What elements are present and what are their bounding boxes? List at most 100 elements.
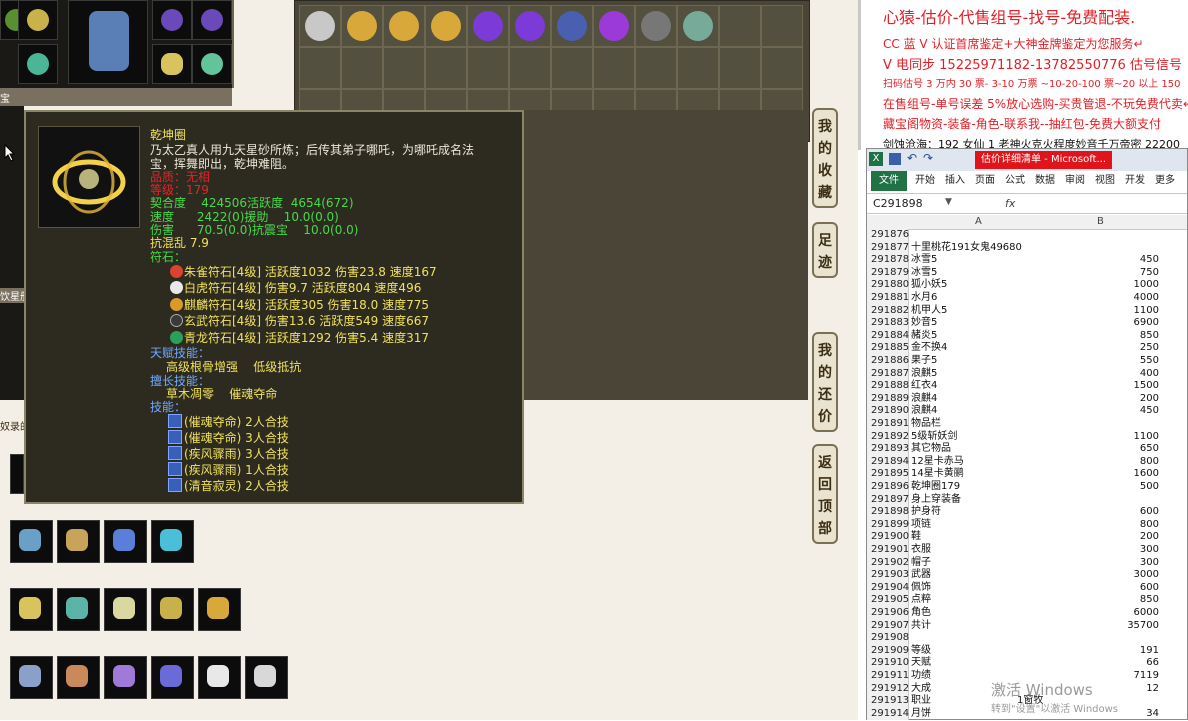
row-number[interactable]: 291879 bbox=[867, 266, 909, 280]
sheet-row[interactable]: 291898 护身符 600 bbox=[867, 506, 1187, 519]
inventory-cell[interactable] bbox=[551, 5, 593, 47]
row-number[interactable]: 291877 bbox=[867, 241, 909, 255]
cell-b[interactable]: 400 bbox=[1071, 368, 1159, 381]
row-number[interactable]: 291883 bbox=[867, 317, 909, 330]
cell-b[interactable]: 3000 bbox=[1071, 569, 1159, 582]
equip-slot-portrait[interactable] bbox=[68, 0, 148, 84]
cell-a[interactable]: 乾坤圈179 bbox=[911, 481, 1071, 494]
row-number[interactable]: 291887 bbox=[867, 367, 909, 381]
cell-a[interactable]: 等级 bbox=[911, 645, 1071, 658]
cell-a[interactable]: 十里桃花191女鬼49680 bbox=[911, 242, 1071, 255]
ribbon-tab[interactable]: 开发 bbox=[1125, 171, 1145, 191]
redo-icon[interactable]: ↷ bbox=[923, 151, 933, 165]
cell-b[interactable]: 800 bbox=[1071, 519, 1159, 532]
row-number[interactable]: 291904 bbox=[867, 581, 909, 595]
cell-a[interactable]: 赭炎5 bbox=[911, 330, 1071, 343]
row-number[interactable]: 291895 bbox=[867, 468, 909, 481]
sheet-row[interactable]: 291894 12星卡赤马 800 bbox=[867, 455, 1187, 469]
inventory-cell[interactable] bbox=[341, 47, 383, 89]
row-number[interactable]: 291876 bbox=[867, 229, 909, 242]
col-header-a[interactable]: A bbox=[975, 216, 982, 227]
inventory-cell[interactable] bbox=[299, 47, 341, 89]
ribbon-tab[interactable]: 开始 bbox=[915, 171, 935, 191]
row-number[interactable]: 291889 bbox=[867, 392, 909, 406]
bottom-item-slot[interactable] bbox=[151, 588, 194, 631]
row-number[interactable]: 291891 bbox=[867, 418, 909, 431]
bottom-item-slot[interactable] bbox=[151, 656, 194, 699]
sheet-row[interactable]: 291910 天赋 66 bbox=[867, 657, 1187, 670]
equip-slot-7[interactable] bbox=[192, 44, 232, 84]
row-number[interactable]: 291888 bbox=[867, 380, 909, 393]
footprints-button[interactable]: 足迹 bbox=[812, 222, 838, 278]
namebox-dropdown-icon[interactable]: ▼ bbox=[945, 197, 952, 207]
row-number[interactable]: 291897 bbox=[867, 493, 909, 507]
inventory-cell[interactable] bbox=[593, 5, 635, 47]
cell-a[interactable]: 身上穿装备 bbox=[911, 494, 1071, 507]
bottom-item-slot[interactable] bbox=[10, 520, 53, 563]
row-number[interactable]: 291878 bbox=[867, 254, 909, 267]
cell-a[interactable]: 其它物品 bbox=[911, 443, 1071, 456]
bottom-item-slot[interactable] bbox=[104, 520, 147, 563]
sheet-row[interactable]: 291892 5级斩妖剑 1100 bbox=[867, 430, 1187, 444]
inventory-cell[interactable] bbox=[719, 47, 761, 89]
col-header-b[interactable]: B bbox=[1097, 216, 1104, 227]
row-number[interactable]: 291893 bbox=[867, 443, 909, 456]
cell-b[interactable]: 6900 bbox=[1071, 317, 1159, 330]
cell-b[interactable]: 650 bbox=[1071, 443, 1159, 456]
inventory-cell[interactable] bbox=[425, 5, 467, 47]
bottom-item-slot[interactable] bbox=[104, 656, 147, 699]
cell-b[interactable]: 200 bbox=[1071, 531, 1159, 544]
bottom-item-slot[interactable] bbox=[10, 588, 53, 631]
sheet-row[interactable]: 291887 浪麒5 400 bbox=[867, 367, 1187, 381]
bottom-item-slot[interactable] bbox=[104, 588, 147, 631]
cell-a[interactable]: 帽子 bbox=[911, 557, 1071, 570]
cell-a[interactable]: 天赋 bbox=[911, 657, 1071, 670]
sheet-row[interactable]: 291908 bbox=[867, 632, 1187, 645]
equip-slot-3[interactable] bbox=[18, 44, 58, 84]
sheet-row[interactable]: 291902 帽子 300 bbox=[867, 556, 1187, 570]
fx-label[interactable]: fx bbox=[1005, 197, 1015, 210]
undo-icon[interactable]: ↶ bbox=[907, 151, 917, 165]
cell-a[interactable]: 14星卡黄鹂 bbox=[911, 468, 1071, 481]
cell-a[interactable]: 护身符 bbox=[911, 506, 1071, 519]
cell-b[interactable]: 250 bbox=[1071, 342, 1159, 355]
row-number[interactable]: 291886 bbox=[867, 355, 909, 368]
cell-a[interactable]: 角色 bbox=[911, 607, 1071, 620]
row-number[interactable]: 291914 bbox=[867, 707, 909, 721]
bottom-item-slot[interactable] bbox=[57, 520, 100, 563]
row-number[interactable]: 291892 bbox=[867, 430, 909, 444]
cell-a[interactable]: 共计 bbox=[911, 620, 1071, 633]
inventory-cell[interactable] bbox=[677, 5, 719, 47]
name-box[interactable]: C291898 bbox=[873, 197, 953, 210]
row-number[interactable]: 291890 bbox=[867, 405, 909, 418]
cell-a[interactable]: 物品栏 bbox=[911, 418, 1071, 431]
cell-a[interactable]: 红衣4 bbox=[911, 380, 1071, 393]
sheet-row[interactable]: 291906 角色 6000 bbox=[867, 607, 1187, 620]
row-number[interactable]: 291900 bbox=[867, 531, 909, 544]
cell-a[interactable]: 武器 bbox=[911, 569, 1071, 582]
row-number[interactable]: 291908 bbox=[867, 632, 909, 645]
cell-a[interactable]: 妙音5 bbox=[911, 317, 1071, 330]
sheet-row[interactable]: 291877 十里桃花191女鬼49680 bbox=[867, 241, 1187, 255]
row-number[interactable]: 291907 bbox=[867, 619, 909, 633]
bottom-item-slot[interactable] bbox=[10, 656, 53, 699]
bottom-item-slot[interactable] bbox=[198, 588, 241, 631]
cell-b[interactable]: 66 bbox=[1071, 657, 1159, 670]
row-number[interactable]: 291912 bbox=[867, 682, 909, 696]
ribbon-tab[interactable]: 数据 bbox=[1035, 171, 1055, 191]
bottom-item-slot[interactable] bbox=[57, 656, 100, 699]
cell-b[interactable]: 750 bbox=[1071, 267, 1159, 280]
row-number[interactable]: 291903 bbox=[867, 569, 909, 582]
cell-b[interactable]: 1100 bbox=[1071, 431, 1159, 444]
inventory-cell[interactable] bbox=[509, 47, 551, 89]
row-number[interactable]: 291896 bbox=[867, 481, 909, 494]
bottom-item-slot[interactable] bbox=[198, 656, 241, 699]
cell-b[interactable]: 1100 bbox=[1071, 305, 1159, 318]
cell-b[interactable]: 800 bbox=[1071, 456, 1159, 469]
row-number[interactable]: 291911 bbox=[867, 670, 909, 683]
sheet-row[interactable]: 291879 冰雪5 750 bbox=[867, 266, 1187, 280]
inventory-cell[interactable] bbox=[719, 5, 761, 47]
cell-b[interactable]: 600 bbox=[1071, 506, 1159, 519]
row-number[interactable]: 291882 bbox=[867, 304, 909, 318]
bottom-item-slot[interactable] bbox=[151, 520, 194, 563]
